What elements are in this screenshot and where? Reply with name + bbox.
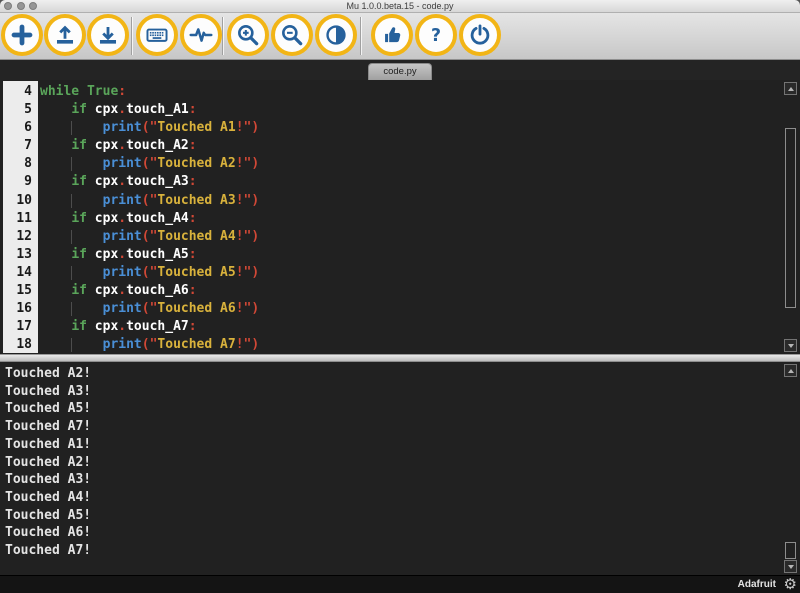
serial-output-line: Touched A7! [5,542,800,560]
serial-output-line: Touched A4! [5,489,800,507]
mode-label: Adafruit [738,576,776,593]
repl-button[interactable] [136,14,178,56]
question-icon: ? [423,22,449,48]
pulse-icon [188,22,214,48]
scroll-down-arrow-icon[interactable] [784,560,797,573]
quit-button[interactable] [459,14,501,56]
serial-output-line: Touched A5! [5,400,800,418]
serial-output-line: Touched A2! [5,454,800,472]
serial-output-line: Touched A3! [5,383,800,401]
new-button[interactable] [1,14,43,56]
zoom-in-button[interactable] [227,14,269,56]
code-line: print("Touched A6!") [40,300,780,318]
line-number: 4 [3,83,38,101]
title-bar: Mu 1.0.0.beta.15 - code.py [0,0,800,13]
line-number: 8 [3,155,38,173]
theme-button[interactable] [315,14,357,56]
line-number: 5 [3,101,38,119]
plotter-button[interactable] [180,14,222,56]
code-line: print("Touched A1!") [40,119,780,137]
code-line: print("Touched A3!") [40,192,780,210]
indent-guide [71,338,72,352]
status-bar: Adafruit ⚙ [0,575,800,593]
line-number: 12 [3,228,38,246]
line-number: 10 [3,192,38,210]
serial-output-line: Touched A1! [5,436,800,454]
contrast-icon [323,22,349,48]
load-button[interactable] [44,14,86,56]
tab-code-py[interactable]: code.py [368,63,432,80]
line-number: 11 [3,210,38,228]
toolbar-group-separator [360,17,361,55]
code-editor[interactable]: 456789101112131415161718 while True: if … [0,80,800,354]
code-line: if cpx.touch_A2: [40,137,780,155]
editor-scrollbar-thumb[interactable] [785,128,796,308]
gear-icon[interactable]: ⚙ [784,576,797,593]
pane-splitter-handle[interactable] [0,354,800,362]
serial-output-line: Touched A7! [5,418,800,436]
indent-guide [71,121,72,135]
line-number: 17 [3,318,38,336]
check-button[interactable] [371,14,413,56]
plus-icon [9,22,35,48]
upload-tray-icon [52,22,78,48]
tab-bar: code.py [0,60,800,80]
line-number: 9 [3,173,38,191]
svg-text:?: ? [431,26,441,46]
code-line: while True: [40,83,780,101]
serial-output-line: Touched A6! [5,524,800,542]
scroll-up-arrow-icon[interactable] [784,364,797,377]
code-line: print("Touched A2!") [40,155,780,173]
window-title: Mu 1.0.0.beta.15 - code.py [0,0,800,13]
code-line: if cpx.touch_A7: [40,318,780,336]
thumbs-up-icon [379,22,405,48]
serial-output-pane[interactable]: Touched A2!Touched A3!Touched A5!Touched… [0,362,800,575]
indent-guide [71,157,72,171]
code-line: if cpx.touch_A3: [40,173,780,191]
scroll-down-arrow-icon[interactable] [784,339,797,352]
magnifier-plus-icon [235,22,261,48]
toolbar-group-separator [222,17,223,55]
code-line: if cpx.touch_A5: [40,246,780,264]
power-icon [467,22,493,48]
scroll-up-arrow-icon[interactable] [784,82,797,95]
toolbar: ? [0,13,800,60]
line-number: 14 [3,264,38,282]
line-number: 18 [3,336,38,354]
line-number: 7 [3,137,38,155]
line-number: 13 [3,246,38,264]
serial-output-line: Touched A3! [5,471,800,489]
save-button[interactable] [87,14,129,56]
line-number-margin: 456789101112131415161718 [3,81,38,353]
indent-guide [71,194,72,208]
code-line: print("Touched A5!") [40,264,780,282]
code-line: print("Touched A4!") [40,228,780,246]
code-line: if cpx.touch_A4: [40,210,780,228]
indent-guide [71,230,72,244]
line-number: 15 [3,282,38,300]
magnifier-minus-icon [279,22,305,48]
keyboard-icon [144,22,170,48]
mu-editor-window: Mu 1.0.0.beta.15 - code.py ? code.py 456… [0,0,800,593]
code-text-area[interactable]: while True: if cpx.touch_A1: print("Touc… [40,81,780,354]
code-line: if cpx.touch_A1: [40,101,780,119]
help-button[interactable]: ? [415,14,457,56]
indent-guide [71,302,72,316]
serial-output-line: Touched A5! [5,507,800,525]
zoom-out-button[interactable] [271,14,313,56]
serial-output-line: Touched A2! [5,365,800,383]
code-line: print("Touched A7!") [40,336,780,354]
code-line: if cpx.touch_A6: [40,282,780,300]
line-number: 6 [3,119,38,137]
indent-guide [71,266,72,280]
toolbar-group-separator [131,17,132,55]
editor-scrollbar [784,82,797,352]
line-number: 16 [3,300,38,318]
repl-scrollbar [784,364,797,573]
download-tray-icon [95,22,121,48]
repl-scrollbar-thumb[interactable] [785,542,796,559]
